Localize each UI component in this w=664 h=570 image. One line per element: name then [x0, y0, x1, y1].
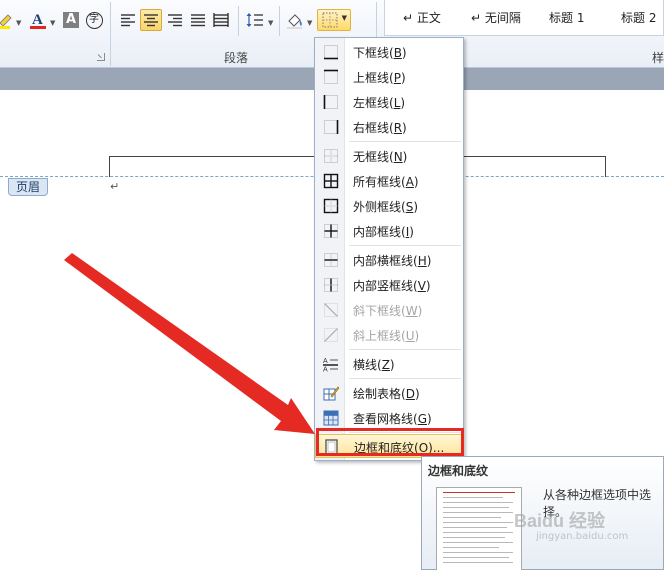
menu-item-label: 斜上框线(U): [353, 329, 420, 343]
paragraph-group-label: 段落: [224, 51, 249, 65]
chevron-down-icon[interactable]: ▼: [50, 19, 55, 27]
borders-icon[interactable]: ▼: [317, 9, 351, 31]
menu-item-view-gridlines[interactable]: 查看网格线(G): [315, 406, 463, 430]
menu-separator: [349, 378, 461, 379]
menu-item-diagonal-down-border: 斜下框线(W): [315, 298, 463, 322]
menu-item-label: 上框线(P): [353, 71, 406, 85]
menu-item-bottom-border[interactable]: 下框线(B): [315, 40, 463, 64]
menu-item-label: 斜下框线(W): [353, 304, 423, 318]
all-borders-icon: [323, 173, 339, 189]
svg-text:A: A: [323, 367, 328, 373]
menu-item-label: 所有框线(A): [353, 175, 419, 189]
menu-item-label: 外侧框线(S): [353, 200, 418, 214]
chevron-down-icon[interactable]: ▼: [16, 19, 21, 27]
menu-item-top-border[interactable]: 上框线(P): [315, 65, 463, 89]
top-border-icon: [324, 69, 338, 84]
diagonal-down-border-icon: [324, 303, 338, 317]
right-border-icon: [324, 120, 339, 134]
align-center-icon[interactable]: [140, 9, 162, 31]
menu-item-label: 绘制表格(D): [353, 387, 420, 401]
inside-horizontal-border-icon: [324, 253, 338, 267]
justify-icon[interactable]: [187, 9, 209, 31]
tooltip-preview-image: [436, 487, 522, 570]
font-color-icon: A: [32, 12, 43, 28]
distributed-icon[interactable]: [210, 9, 232, 31]
menu-item-outside-borders[interactable]: 外侧框线(S): [315, 194, 463, 218]
bottom-border-icon: [324, 45, 338, 60]
style-no-spacing[interactable]: ↵ 无间隔: [471, 9, 521, 26]
menu-item-label: 右框线(R): [353, 121, 407, 135]
menu-item-all-borders[interactable]: 所有框线(A): [315, 169, 463, 193]
menu-item-label: 无框线(N): [353, 150, 408, 164]
tooltip: 边框和底纹 从各种边框选项中选择。 Baidu 经验 jingyan.baidu…: [421, 456, 664, 570]
character-shading-icon[interactable]: A: [60, 9, 82, 31]
menu-item-diagonal-up-border: 斜上框线(U): [315, 323, 463, 347]
baidu-watermark: Baidu 经验 jingyan.baidu.com: [514, 511, 629, 542]
font-color-button[interactable]: A: [27, 9, 49, 31]
style-heading-1[interactable]: 标题 1: [549, 9, 584, 26]
menu-item-draw-table[interactable]: 绘制表格(D): [315, 381, 463, 405]
chevron-down-icon[interactable]: ▼: [342, 14, 347, 22]
menu-item-inside-horizontal-border[interactable]: 内部横框线(H): [315, 248, 463, 272]
menu-item-label: 查看网格线(G): [353, 412, 432, 426]
style-heading-2[interactable]: 标题 2: [621, 9, 656, 26]
group-separator: [238, 6, 239, 36]
menu-separator: [349, 245, 461, 246]
enclose-characters-icon[interactable]: 字: [83, 9, 105, 31]
align-left-icon[interactable]: [117, 9, 139, 31]
outside-borders-icon: [323, 198, 339, 214]
menu-item-right-border[interactable]: 右框线(R): [315, 115, 463, 139]
style-normal[interactable]: ↵ 正文: [403, 9, 441, 26]
inside-borders-icon: [324, 224, 338, 238]
tooltip-title: 边框和底纹: [428, 464, 489, 478]
styles-gallery: ↵ 正文 ↵ 无间隔 标题 1 标题 2: [384, 0, 664, 36]
menu-item-horizontal-line[interactable]: AA 横线(Z): [315, 352, 463, 376]
shading-icon[interactable]: [284, 9, 306, 31]
highlight-box: [316, 428, 464, 456]
view-gridlines-icon: [323, 410, 339, 426]
highlighter-icon[interactable]: [0, 9, 16, 31]
no-border-icon: [324, 149, 338, 163]
font-dialog-launcher[interactable]: [97, 53, 105, 61]
left-border-icon: [323, 95, 338, 109]
menu-separator: [349, 349, 461, 350]
menu-item-left-border[interactable]: 左框线(L): [315, 90, 463, 114]
align-right-icon[interactable]: [164, 9, 186, 31]
chevron-down-icon[interactable]: ▼: [268, 19, 273, 27]
chevron-down-icon[interactable]: ▼: [307, 19, 312, 27]
menu-item-label: 左框线(L): [353, 96, 406, 110]
diagonal-up-border-icon: [324, 328, 338, 342]
menu-item-label: 下框线(B): [353, 46, 407, 60]
draw-table-icon: [323, 386, 339, 401]
inside-vertical-border-icon: [324, 278, 338, 292]
borders-dropdown-menu: 下框线(B) 上框线(P) 左框线(L) 右框线(R) 无框线(N) 所有框线(…: [314, 37, 464, 461]
menu-item-inside-borders[interactable]: 内部框线(I): [315, 219, 463, 243]
menu-item-inside-vertical-border[interactable]: 内部竖框线(V): [315, 273, 463, 297]
line-spacing-icon[interactable]: [244, 9, 266, 31]
svg-text:A: A: [323, 358, 328, 365]
menu-item-label: 横线(Z): [353, 358, 395, 372]
menu-item-label: 内部横框线(H): [353, 254, 432, 268]
group-separator: [279, 6, 280, 36]
menu-separator: [349, 141, 461, 142]
styles-group-label: 样: [652, 51, 664, 65]
menu-item-no-border[interactable]: 无框线(N): [315, 144, 463, 168]
menu-item-label: 内部竖框线(V): [353, 279, 431, 293]
header-tag: 页眉: [8, 178, 48, 196]
menu-item-label: 内部框线(I): [353, 225, 414, 239]
group-separator: [110, 2, 111, 66]
horizontal-line-icon: AA: [323, 358, 338, 373]
paragraph-mark: ↵: [110, 180, 120, 193]
